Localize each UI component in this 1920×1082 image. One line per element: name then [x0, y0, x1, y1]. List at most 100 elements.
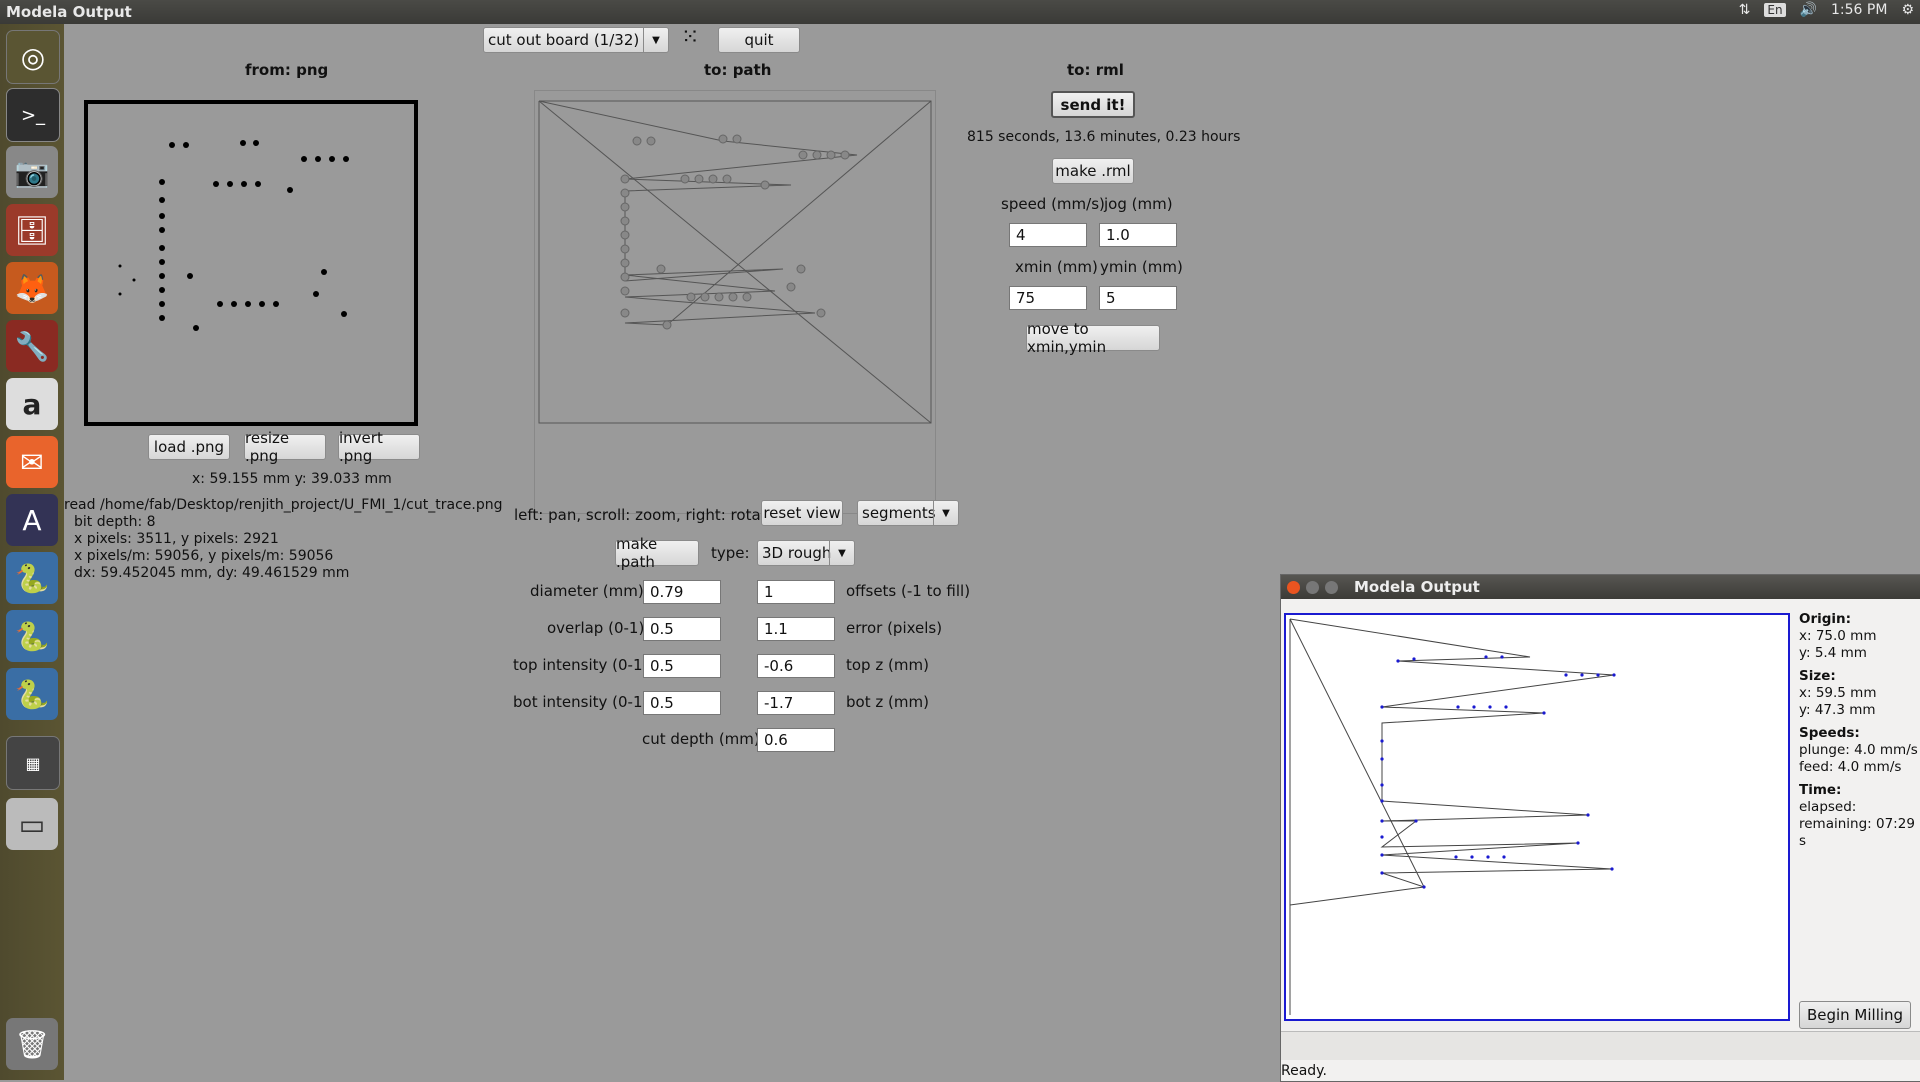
top-z-input[interactable]: -0.6: [757, 654, 835, 678]
toolpath-line: [538, 100, 932, 326]
png-dot: [315, 156, 321, 162]
bot-z-input[interactable]: -1.7: [757, 691, 835, 715]
path-point: [646, 136, 656, 146]
process-select-value: cut out board (1/32): [488, 31, 640, 49]
system-tray: ⇅ En 🔊 1:56 PM ⚙: [1739, 2, 1914, 18]
top-panel: Modela Output ⇅ En 🔊 1:56 PM ⚙: [0, 0, 1920, 24]
python-icon[interactable]: 🐍: [6, 552, 58, 604]
send-it-button[interactable]: send it!: [1051, 91, 1135, 118]
diameter-label: diameter (mm): [530, 582, 644, 600]
path-point: [816, 308, 826, 318]
png-dot: [241, 181, 247, 187]
speed-label: speed (mm/s): [1001, 195, 1105, 213]
png-dot: [159, 287, 165, 293]
error-label: error (pixels): [846, 619, 943, 637]
begin-milling-button[interactable]: Begin Milling: [1799, 1001, 1911, 1029]
process-select[interactable]: cut out board (1/32) ▼: [483, 27, 669, 53]
toolpath-point: [1414, 819, 1418, 823]
cut-depth-input[interactable]: 0.6: [757, 728, 835, 752]
png-dot: [329, 156, 335, 162]
path-point: [786, 282, 796, 292]
png-dot: [159, 179, 165, 185]
png-preview[interactable]: [84, 100, 418, 426]
volume-icon[interactable]: 🔊: [1800, 2, 1817, 18]
path-preview[interactable]: [534, 90, 936, 514]
toolpath-point: [1396, 659, 1400, 663]
type-label: type:: [711, 544, 750, 562]
make-path-button[interactable]: make .path: [615, 535, 699, 571]
size-heading: Size:: [1799, 668, 1836, 684]
job-info: Origin: x: 75.0 mm y: 5.4 mm Size: x: 59…: [1799, 605, 1920, 850]
path-point: [620, 286, 630, 296]
make-rml-button[interactable]: make .rml: [1052, 158, 1134, 184]
jog-input[interactable]: 1.0: [1099, 223, 1177, 247]
camera-icon[interactable]: 📷: [6, 146, 58, 198]
rml-header: to: rml: [1067, 61, 1124, 79]
python-icon[interactable]: 🐍: [6, 668, 58, 720]
path-point: [620, 216, 630, 226]
ubuntu-dash-icon[interactable]: ◎: [6, 30, 60, 84]
close-icon[interactable]: [1287, 580, 1300, 594]
xmin-input[interactable]: 75: [1009, 286, 1087, 310]
trash-icon[interactable]: 🗑: [6, 1018, 58, 1070]
invert-png-button[interactable]: invert .png: [338, 429, 420, 465]
move-to-xmin-ymin-button[interactable]: move to xmin,ymin: [1026, 320, 1160, 356]
workspace-switcher-icon[interactable]: ▦: [6, 736, 60, 790]
top-intensity-input[interactable]: 0.5: [643, 654, 721, 678]
grid-icon[interactable]: ⁙: [681, 27, 699, 49]
network-icon[interactable]: ⇅: [1739, 2, 1751, 18]
path-point: [620, 308, 630, 318]
software-updater-icon[interactable]: A: [6, 494, 58, 546]
path-point: [718, 134, 728, 144]
maximize-icon[interactable]: [1325, 580, 1338, 594]
png-dot: [159, 259, 165, 265]
clock[interactable]: 1:56 PM: [1831, 2, 1887, 18]
disk-icon[interactable]: ▭: [6, 798, 58, 850]
origin-heading: Origin:: [1799, 611, 1852, 627]
path-point: [760, 180, 770, 190]
toolpath-point: [1412, 657, 1416, 661]
diameter-input[interactable]: 0.79: [643, 580, 721, 604]
modela-titlebar: Modela Output: [1281, 575, 1920, 599]
toolpath-plot: [1289, 618, 1616, 1015]
load-png-button[interactable]: load .png: [148, 434, 230, 460]
toolpath-point: [1576, 841, 1580, 845]
toolpath-canvas: [1284, 613, 1790, 1021]
firefox-icon[interactable]: 🦊: [6, 262, 58, 314]
amazon-icon[interactable]: a: [6, 378, 58, 430]
ymin-input[interactable]: 5: [1099, 286, 1177, 310]
quit-button[interactable]: quit: [718, 27, 800, 53]
python-icon[interactable]: 🐍: [6, 610, 58, 662]
path-point: [620, 258, 630, 268]
png-dot: [259, 301, 265, 307]
reset-view-button[interactable]: reset view: [761, 500, 843, 526]
keyboard-layout-indicator[interactable]: En: [1764, 3, 1786, 17]
path-point: [728, 292, 738, 302]
minimize-icon[interactable]: [1306, 580, 1319, 594]
offsets-input[interactable]: 1: [757, 580, 835, 604]
path-point: [812, 150, 822, 160]
view-mode-select[interactable]: segments ▼: [857, 500, 959, 526]
toolpath-point: [1456, 705, 1460, 709]
resize-png-button[interactable]: resize .png: [244, 429, 326, 465]
overlap-input[interactable]: 0.5: [643, 617, 721, 641]
toolpath-point: [1502, 855, 1506, 859]
feed-speed: feed: 4.0 mm/s: [1799, 759, 1902, 775]
toolpath-point: [1488, 705, 1492, 709]
toolpath-point: [1542, 711, 1546, 715]
png-dx-dy: dx: 59.452045 mm, dy: 49.461529 mm: [74, 565, 350, 581]
top-z-label: top z (mm): [846, 656, 929, 674]
png-pixels-per-m: x pixels/m: 59056, y pixels/m: 59056: [74, 548, 334, 564]
path-type-select[interactable]: 3D rough ▼: [757, 540, 855, 566]
terminal-icon[interactable]: >_: [6, 88, 60, 142]
path-point: [798, 150, 808, 160]
speed-input[interactable]: 4: [1009, 223, 1087, 247]
bot-intensity-input[interactable]: 0.5: [643, 691, 721, 715]
toolpath-point: [1580, 673, 1584, 677]
file-cabinet-icon[interactable]: 🗄: [6, 204, 58, 256]
chevron-down-icon: ▼: [933, 501, 958, 525]
mail-icon[interactable]: ✉: [6, 436, 58, 488]
system-settings-icon[interactable]: 🔧: [6, 320, 58, 372]
settings-gear-icon[interactable]: ⚙: [1901, 2, 1914, 18]
error-input[interactable]: 1.1: [757, 617, 835, 641]
